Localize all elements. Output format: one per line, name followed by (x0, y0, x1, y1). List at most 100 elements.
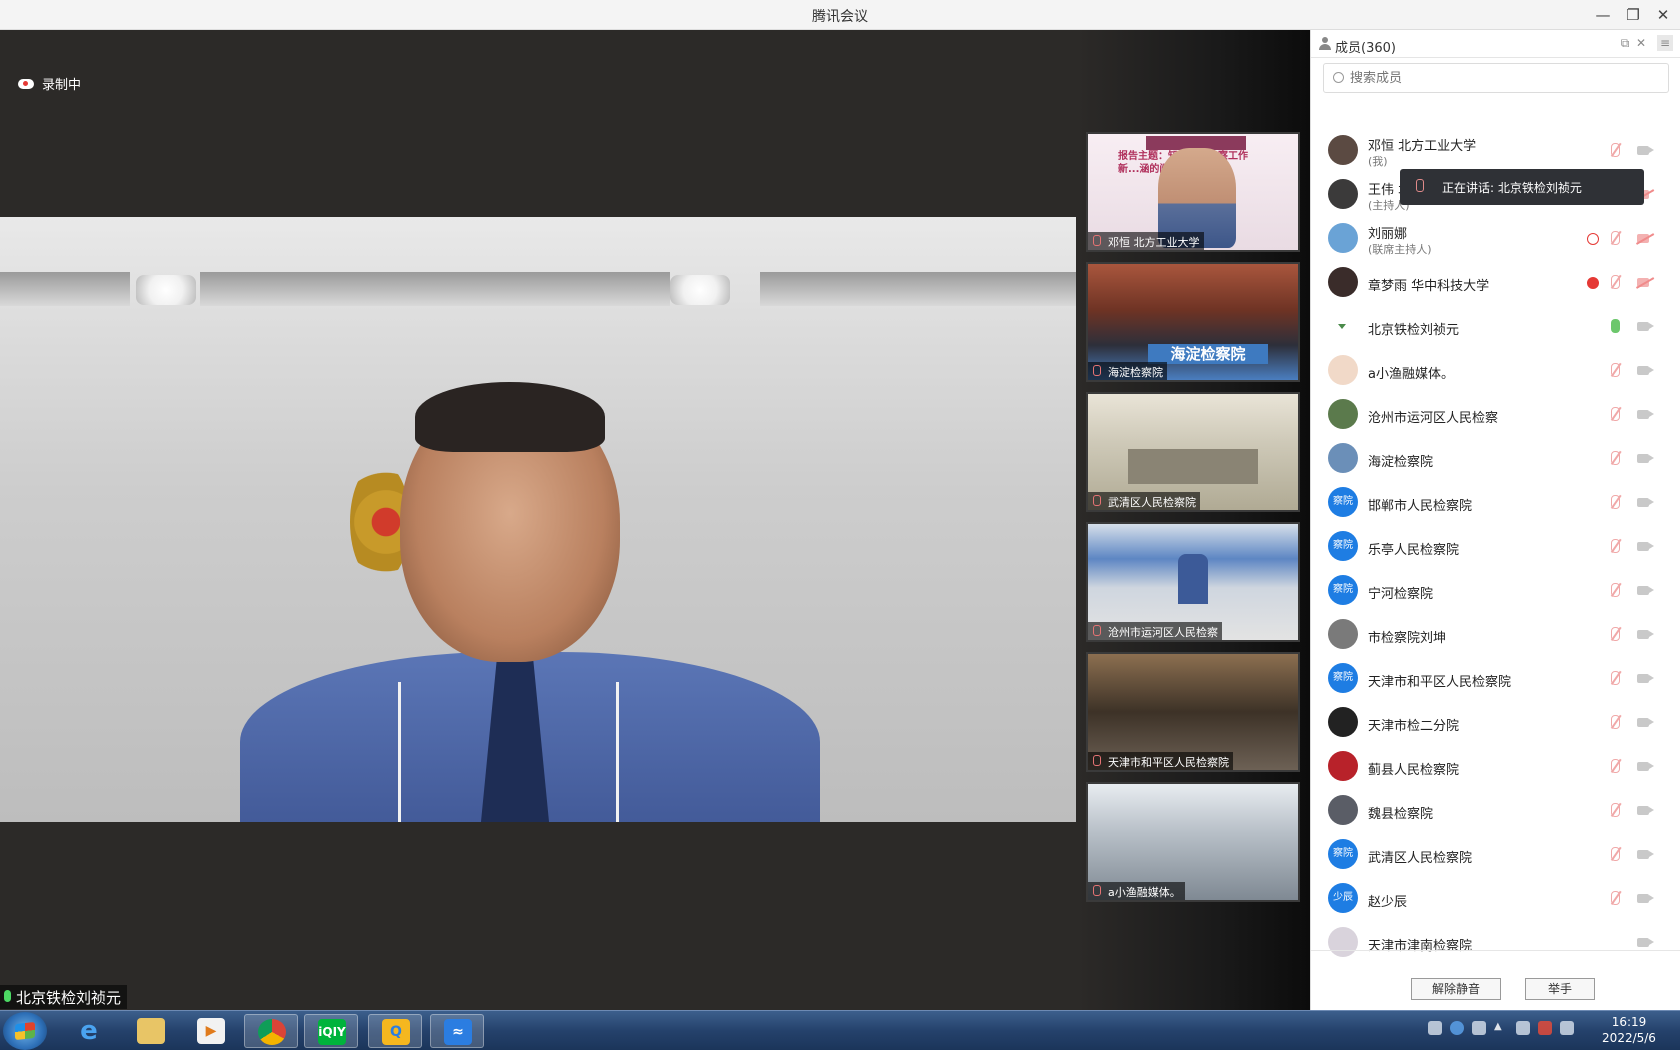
recording-status-icon (1587, 233, 1599, 245)
mic-muted-icon[interactable] (1611, 583, 1620, 597)
avatar (1328, 223, 1358, 253)
ceiling-light (760, 272, 1076, 306)
member-row[interactable]: 察院 武清区人民检察院 (1311, 833, 1680, 877)
mic-muted-icon[interactable] (1611, 715, 1620, 729)
folder-tray-icon[interactable] (1428, 1021, 1442, 1035)
camera-icon[interactable] (1637, 806, 1654, 815)
member-row[interactable]: 沧州市运河区人民检察 (1311, 393, 1680, 437)
mic-muted-icon[interactable] (1611, 231, 1620, 245)
show-hidden-icon[interactable]: ▲ (1494, 1021, 1508, 1035)
member-row[interactable]: 天津市检二分院 (1311, 701, 1680, 745)
taskbar-tencent-meeting[interactable]: ≈ (430, 1014, 484, 1048)
main-video[interactable] (0, 217, 1076, 822)
camera-icon[interactable] (1637, 410, 1654, 419)
recording-indicator[interactable]: 录制中 (18, 74, 81, 93)
mic-muted-icon[interactable] (1611, 671, 1620, 685)
camera-icon[interactable] (1637, 146, 1654, 155)
avatar (1328, 443, 1358, 473)
settings-tray-icon[interactable] (1472, 1021, 1486, 1035)
member-row[interactable]: 市检察院刘坤 (1311, 613, 1680, 657)
expand-caret-icon[interactable] (1338, 324, 1346, 329)
video-thumbnail[interactable]: 海淀检察院 海淀检察院 (1086, 262, 1300, 382)
member-row[interactable]: 察院 邯郸市人民检察院 (1311, 481, 1680, 525)
mic-muted-icon[interactable] (1611, 495, 1620, 509)
ceiling-light (200, 272, 670, 306)
mic-muted-icon[interactable] (1611, 759, 1620, 773)
close-button[interactable]: ✕ (1650, 4, 1676, 26)
member-row[interactable]: 北京铁检刘祯元 (1311, 305, 1680, 349)
mic-muted-icon[interactable] (1611, 275, 1620, 289)
member-name: 市检察院刘坤 (1368, 631, 1447, 646)
taskbar-chrome[interactable] (244, 1014, 298, 1048)
member-row[interactable]: 章梦雨 华中科技大学 (1311, 261, 1680, 305)
camera-icon[interactable] (1637, 674, 1654, 683)
camera-icon[interactable] (1637, 542, 1654, 551)
raise-hand-button[interactable]: 举手 (1525, 978, 1595, 1000)
member-row[interactable]: 蓟县人民检察院 (1311, 745, 1680, 789)
member-row[interactable]: 察院 乐亭人民检察院 (1311, 525, 1680, 569)
camera-icon[interactable] (1637, 498, 1654, 507)
help-tray-icon[interactable] (1450, 1021, 1464, 1035)
mic-muted-icon[interactable] (1611, 847, 1620, 861)
camera-icon[interactable] (1637, 586, 1654, 595)
network-tray-icon[interactable] (1560, 1021, 1574, 1035)
mic-muted-icon[interactable] (1611, 803, 1620, 817)
camera-icon[interactable] (1637, 938, 1654, 947)
camera-off-icon[interactable] (1637, 278, 1649, 287)
mic-muted-icon[interactable] (1611, 539, 1620, 553)
mic-muted-icon[interactable] (1611, 143, 1620, 157)
mic-muted-icon[interactable] (1611, 451, 1620, 465)
mic-muted-icon[interactable] (1611, 627, 1620, 641)
camera-icon[interactable] (1637, 454, 1654, 463)
mic-on-icon[interactable] (1611, 319, 1620, 333)
camera-icon[interactable] (1637, 322, 1654, 331)
menu-icon[interactable]: ≡ (1657, 35, 1673, 51)
mic-muted-icon (1093, 755, 1101, 766)
minimize-button[interactable]: — (1590, 4, 1616, 26)
video-thumbnail[interactable]: 武清区人民检察院 (1086, 392, 1300, 512)
camera-icon[interactable] (1637, 366, 1654, 375)
camera-icon[interactable] (1637, 630, 1654, 639)
video-thumbnail[interactable]: 天津市和平区人民检察院 (1086, 652, 1300, 772)
member-row[interactable]: 邓恒 北方工业大学 (我) (1311, 129, 1680, 173)
member-search-input[interactable] (1350, 69, 1650, 87)
mic-muted-icon[interactable] (1611, 363, 1620, 377)
mic-muted-icon[interactable] (1611, 891, 1620, 905)
video-thumbnail[interactable]: 沧州市运河区人民检察 (1086, 522, 1300, 642)
unmute-all-button[interactable]: 解除静音 (1411, 978, 1501, 1000)
thumbnail-label: 武清区人民检察院 (1088, 492, 1200, 510)
mic-muted-icon (1093, 625, 1101, 636)
ceiling-lamp (670, 275, 730, 305)
mic-muted-icon[interactable] (1611, 407, 1620, 421)
taskbar-clock[interactable]: 16:19 2022/5/6 (1594, 1014, 1664, 1046)
close-panel-icon[interactable]: ✕ (1633, 35, 1649, 51)
flag-tray-icon[interactable] (1538, 1021, 1552, 1035)
popout-icon[interactable]: ⧉ (1617, 35, 1633, 51)
volume-tray-icon[interactable] (1516, 1021, 1530, 1035)
taskbar-iqiyi[interactable]: iQIY (304, 1014, 358, 1048)
camera-icon[interactable] (1637, 894, 1654, 903)
member-search[interactable] (1323, 63, 1669, 93)
camera-icon[interactable] (1637, 850, 1654, 859)
taskbar-explorer[interactable] (124, 1014, 178, 1048)
restore-button[interactable]: ❐ (1620, 4, 1646, 26)
camera-icon[interactable] (1637, 762, 1654, 771)
video-thumbnail[interactable]: a小渔融媒体。 (1086, 782, 1300, 902)
taskbar-media[interactable]: ▶ (184, 1014, 238, 1048)
camera-off-icon[interactable] (1637, 234, 1649, 243)
member-row[interactable]: 察院 宁河检察院 (1311, 569, 1680, 613)
member-row[interactable]: a小渔融媒体。 (1311, 349, 1680, 393)
taskbar-ie[interactable]: e (62, 1014, 116, 1048)
member-row[interactable]: 刘丽娜 (联席主持人) (1311, 217, 1680, 261)
avatar: 察院 (1328, 839, 1358, 869)
member-row[interactable]: 海淀检察院 (1311, 437, 1680, 481)
member-role: (我) (1368, 155, 1388, 168)
start-button[interactable] (3, 1012, 47, 1050)
member-row[interactable]: 少辰 赵少辰 (1311, 877, 1680, 921)
taskbar-qq-browser[interactable]: Q (368, 1014, 422, 1048)
member-row[interactable]: 魏县检察院 (1311, 789, 1680, 833)
camera-icon[interactable] (1637, 718, 1654, 727)
member-row[interactable]: 察院 天津市和平区人民检察院 (1311, 657, 1680, 701)
video-thumbnail[interactable]: 报告主题：知识产权检察工作新...涵的阐释 邓恒 北方工业大学 (1086, 132, 1300, 252)
title-bar: 腾讯会议 — ❐ ✕ (0, 0, 1680, 30)
